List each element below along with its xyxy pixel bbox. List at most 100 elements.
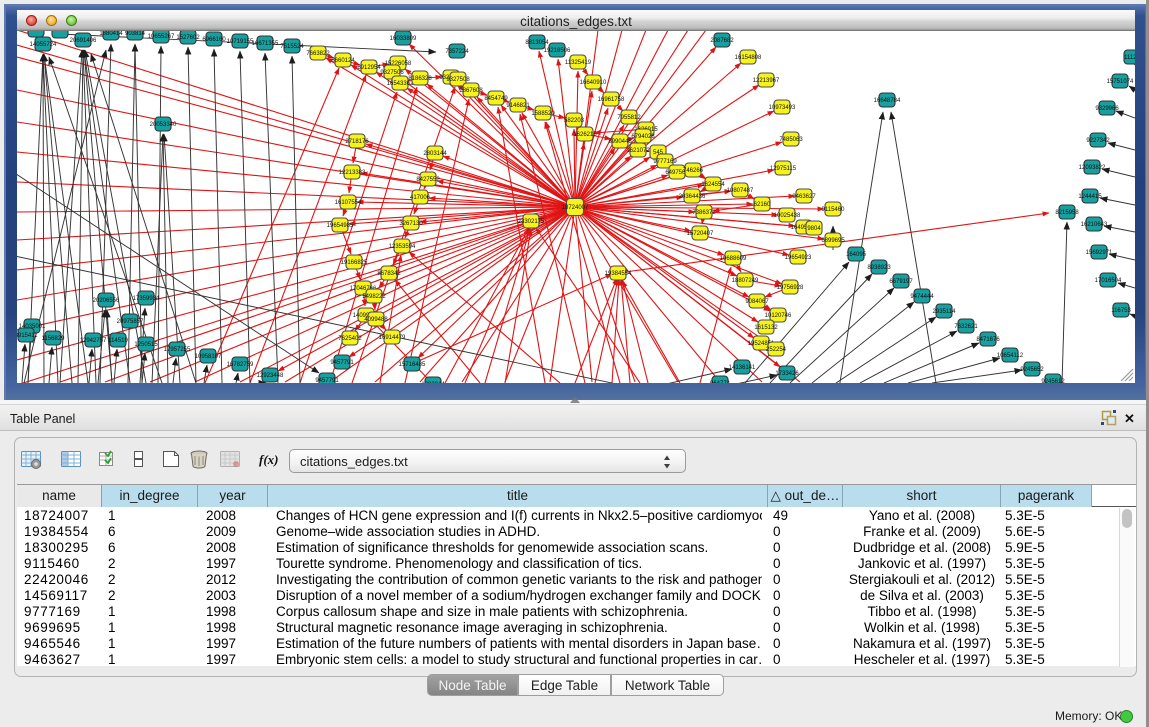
- svg-text:5498222: 5498222: [362, 294, 386, 300]
- svg-text:16648784: 16648784: [874, 98, 901, 104]
- svg-text:9327508: 9327508: [446, 77, 470, 83]
- svg-text:8186328: 8186328: [408, 76, 432, 82]
- svg-text:19756928: 19756928: [777, 285, 804, 291]
- svg-text:9463627: 9463627: [792, 194, 816, 200]
- svg-text:2867608: 2867608: [459, 88, 483, 94]
- svg-text:9146821: 9146821: [506, 103, 530, 109]
- svg-text:7357224: 7357224: [445, 49, 469, 55]
- svg-text:1615132: 1615132: [754, 325, 778, 331]
- svg-text:16107554: 16107554: [335, 200, 362, 206]
- svg-text:1250515: 1250515: [134, 342, 158, 348]
- svg-text:17957255: 17957255: [164, 347, 191, 353]
- svg-text:9227342: 9227342: [1086, 138, 1110, 144]
- svg-text:8813054: 8813054: [525, 40, 549, 46]
- svg-text:6794028: 6794028: [631, 134, 655, 140]
- svg-text:12213383: 12213383: [339, 170, 366, 176]
- svg-text:1292344: 1292344: [421, 382, 445, 383]
- svg-text:8990448: 8990448: [608, 139, 632, 145]
- svg-text:252254: 252254: [766, 347, 787, 353]
- svg-text:23302175: 23302175: [518, 219, 545, 225]
- svg-text:7485063: 7485063: [779, 137, 803, 143]
- svg-text:9474444: 9474444: [910, 294, 934, 300]
- svg-text:3267130: 3267130: [399, 221, 423, 227]
- svg-text:16210643: 16210643: [1081, 222, 1108, 228]
- svg-text:19654985: 19654985: [327, 223, 354, 229]
- svg-text:1244415: 1244415: [1078, 194, 1102, 200]
- svg-text:15692971: 15692971: [1086, 250, 1113, 256]
- svg-text:9457791: 9457791: [315, 378, 339, 383]
- svg-text:746266: 746266: [683, 168, 704, 174]
- svg-text:15720407: 15720407: [687, 231, 714, 237]
- svg-text:12353594: 12353594: [389, 244, 416, 250]
- svg-text:9457791: 9457791: [330, 360, 354, 366]
- svg-text:11123: 11123: [1124, 55, 1135, 61]
- svg-text:16154808: 16154808: [735, 55, 762, 61]
- svg-text:10807487: 10807487: [727, 188, 754, 194]
- svg-text:2803144: 2803144: [423, 151, 447, 157]
- svg-text:12975115: 12975115: [770, 166, 797, 172]
- svg-text:20975857: 20975857: [117, 319, 144, 325]
- svg-text:18724007: 18724007: [562, 205, 589, 211]
- svg-text:2087682: 2087682: [710, 38, 734, 44]
- svg-text:7663822: 7663822: [306, 51, 330, 57]
- svg-text:8678342: 8678342: [377, 271, 401, 277]
- svg-text:2718176: 2718176: [345, 139, 369, 145]
- svg-text:3915411: 3915411: [17, 333, 38, 339]
- svg-text:16914479: 16914479: [379, 335, 406, 341]
- svg-text:10654112: 10654112: [997, 353, 1024, 359]
- svg-text:15751074: 15751074: [1107, 79, 1134, 85]
- svg-text:20053340: 20053340: [150, 122, 177, 128]
- svg-text:14136141: 14136141: [729, 365, 756, 371]
- svg-text:7515524: 7515524: [280, 44, 304, 50]
- svg-text:10655267: 10655267: [148, 34, 175, 40]
- svg-text:10025438: 10025438: [774, 213, 801, 219]
- svg-text:1626215: 1626215: [573, 132, 597, 138]
- svg-text:11325419: 11325419: [565, 60, 592, 66]
- svg-text:12923448: 12923448: [257, 373, 284, 379]
- svg-text:8660124: 8660124: [331, 58, 355, 64]
- svg-text:1624554: 1624554: [701, 182, 725, 188]
- svg-text:15716485: 15716485: [399, 362, 426, 368]
- svg-text:20691406: 20691406: [70, 38, 97, 44]
- svg-text:1733426: 1733426: [775, 371, 799, 377]
- svg-text:19654923: 19654923: [785, 255, 812, 261]
- svg-text:12942757: 12942757: [80, 338, 107, 344]
- svg-text:1156829: 1156829: [42, 336, 66, 342]
- svg-text:2935114: 2935114: [933, 309, 957, 315]
- svg-text:7632621: 7632621: [954, 324, 978, 330]
- svg-text:4099488: 4099488: [364, 317, 388, 323]
- svg-text:903814: 903814: [125, 31, 146, 37]
- svg-text:9777169: 9777169: [653, 159, 677, 165]
- svg-text:1880414: 1880414: [99, 31, 123, 37]
- svg-text:8938923: 8938923: [867, 265, 891, 271]
- svg-text:9115460: 9115460: [822, 207, 846, 213]
- svg-text:12093822: 12093822: [1079, 165, 1106, 171]
- svg-text:7386372: 7386372: [692, 210, 716, 216]
- svg-text:10973493: 10973493: [769, 105, 796, 111]
- svg-text:19166825: 19166825: [341, 260, 368, 266]
- svg-text:6679197: 6679197: [889, 279, 913, 285]
- svg-text:62160: 62160: [754, 202, 771, 208]
- svg-text:12213967: 12213967: [753, 78, 780, 84]
- svg-text:20364436: 20364436: [679, 194, 706, 200]
- svg-text:19384554: 19384554: [605, 271, 632, 277]
- svg-text:16640910: 16640910: [580, 80, 607, 86]
- svg-text:114519: 114519: [108, 338, 128, 344]
- svg-text:16782759: 16782759: [227, 362, 254, 368]
- svg-text:16033809: 16033809: [390, 36, 417, 42]
- svg-text:10688609: 10688609: [720, 256, 747, 262]
- svg-text:9245652: 9245652: [1020, 367, 1044, 373]
- svg-text:964774: 964774: [710, 381, 731, 383]
- svg-text:1621072: 1621072: [626, 148, 650, 154]
- svg-text:7955812: 7955812: [617, 115, 641, 121]
- svg-text:18807249: 18807249: [732, 278, 759, 284]
- svg-text:8471676: 8471676: [976, 337, 1000, 343]
- svg-text:9329966: 9329966: [1095, 106, 1119, 112]
- svg-text:8454749: 8454749: [484, 96, 508, 102]
- svg-text:7625402: 7625402: [338, 336, 362, 342]
- svg-text:20206556: 20206556: [93, 298, 120, 304]
- svg-text:10958107: 10958107: [195, 354, 222, 360]
- svg-text:16961758: 16961758: [598, 97, 625, 103]
- svg-text:6966160: 6966160: [202, 37, 226, 43]
- svg-text:17359934: 17359934: [133, 296, 160, 302]
